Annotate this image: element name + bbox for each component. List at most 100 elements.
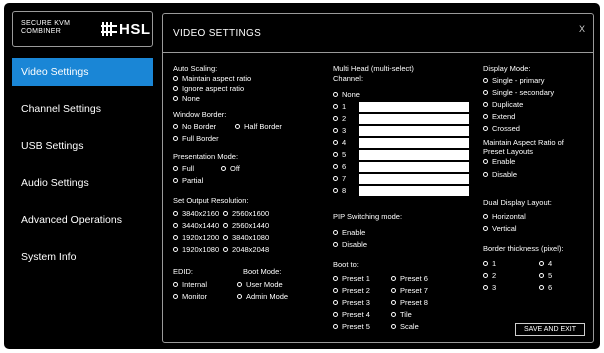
radio-thickness-5[interactable]: 5 <box>539 271 552 280</box>
presentation-mode-label: Presentation Mode: <box>173 152 239 161</box>
channel-3-input[interactable] <box>359 126 469 136</box>
radio-full-border[interactable]: Full Border <box>173 134 219 143</box>
radio-channel-none[interactable]: None <box>333 90 360 99</box>
radio-pip-enable[interactable]: Enable <box>333 228 365 237</box>
sidebar: SECURE KVM COMBINER HSL Video Settings C… <box>12 11 153 343</box>
sidebar-nav: Video Settings Channel Settings USB Sett… <box>12 58 153 280</box>
radio-channel-3[interactable]: 3 <box>333 126 346 135</box>
radio-icon <box>333 104 338 109</box>
radio-icon <box>483 261 488 266</box>
radio-res-2560x1600[interactable]: 2560x1600 <box>223 209 269 218</box>
sidebar-item-video-settings[interactable]: Video Settings <box>12 58 153 86</box>
radio-extend[interactable]: Extend <box>483 112 515 121</box>
radio-single-primary[interactable]: Single - primary <box>483 76 545 85</box>
radio-admin-mode[interactable]: Admin Mode <box>237 292 288 301</box>
radio-horizontal[interactable]: Horizontal <box>483 212 526 221</box>
radio-thickness-6[interactable]: 6 <box>539 283 552 292</box>
radio-edid-monitor[interactable]: Monitor <box>173 292 207 301</box>
channel-4-input[interactable] <box>359 138 469 148</box>
radio-thickness-4[interactable]: 4 <box>539 259 552 268</box>
radio-channel-6[interactable]: 6 <box>333 162 346 171</box>
radio-res-3840x2160[interactable]: 3840x2160 <box>173 209 219 218</box>
radio-maintain-aspect-ratio[interactable]: Maintain aspect ratio <box>173 74 251 83</box>
radio-single-secondary[interactable]: Single - secondary <box>483 88 554 97</box>
sidebar-item-advanced-operations[interactable]: Advanced Operations <box>12 206 153 234</box>
radio-boot-preset-7[interactable]: Preset 7 <box>391 286 428 295</box>
radio-aspect-enable[interactable]: Enable <box>483 157 515 166</box>
radio-boot-preset-4[interactable]: Preset 4 <box>333 310 370 319</box>
sidebar-item-usb-settings[interactable]: USB Settings <box>12 132 153 160</box>
radio-res-1920x1200[interactable]: 1920x1200 <box>173 233 219 242</box>
radio-icon <box>333 176 338 181</box>
radio-channel-7[interactable]: 7 <box>333 174 346 183</box>
channel-6-input[interactable] <box>359 162 469 172</box>
radio-res-3440x1440[interactable]: 3440x1440 <box>173 221 219 230</box>
radio-icon <box>391 312 396 317</box>
radio-boot-preset-5[interactable]: Preset 5 <box>333 322 370 331</box>
radio-boot-preset-6[interactable]: Preset 6 <box>391 274 428 283</box>
channel-7-input[interactable] <box>359 174 469 184</box>
radio-user-mode[interactable]: User Mode <box>237 280 283 289</box>
radio-pip-disable[interactable]: Disable <box>333 240 367 249</box>
radio-icon <box>173 86 178 91</box>
logo-line-1: SECURE KVM <box>21 20 71 27</box>
radio-res-2048x2048[interactable]: 2048x2048 <box>223 245 269 254</box>
radio-boot-scale[interactable]: Scale <box>391 322 419 331</box>
radio-channel-2[interactable]: 2 <box>333 114 346 123</box>
radio-icon <box>173 235 178 240</box>
boot-to-label: Boot to: <box>333 260 359 269</box>
radio-auto-scaling-none[interactable]: None <box>173 94 200 103</box>
radio-boot-preset-1[interactable]: Preset 1 <box>333 274 370 283</box>
channel-8-input[interactable] <box>359 186 469 196</box>
radio-crossed[interactable]: Crossed <box>483 124 520 133</box>
panel-title: VIDEO SETTINGS <box>173 28 262 39</box>
radio-aspect-disable[interactable]: Disable <box>483 170 517 179</box>
channel-5-input[interactable] <box>359 150 469 160</box>
aspect-ratio-presets-label-2: Preset Layouts <box>483 147 534 156</box>
boot-mode-label: Boot Mode: <box>243 267 282 276</box>
radio-channel-8[interactable]: 8 <box>333 186 346 195</box>
radio-boot-preset-8[interactable]: Preset 8 <box>391 298 428 307</box>
radio-icon <box>333 116 338 121</box>
sidebar-item-channel-settings[interactable]: Channel Settings <box>12 95 153 123</box>
radio-channel-1[interactable]: 1 <box>333 102 346 111</box>
channel-1-input[interactable] <box>359 102 469 112</box>
radio-boot-tile[interactable]: Tile <box>391 310 412 319</box>
radio-res-3840x1080[interactable]: 3840x1080 <box>223 233 269 242</box>
radio-icon <box>333 92 338 97</box>
channel-2-input[interactable] <box>359 114 469 124</box>
radio-icon <box>333 188 338 193</box>
radio-vertical[interactable]: Vertical <box>483 224 517 233</box>
radio-icon <box>333 300 338 305</box>
radio-channel-5[interactable]: 5 <box>333 150 346 159</box>
sidebar-item-audio-settings[interactable]: Audio Settings <box>12 169 153 197</box>
radio-duplicate[interactable]: Duplicate <box>483 100 523 109</box>
radio-thickness-3[interactable]: 3 <box>483 283 496 292</box>
radio-presentation-off[interactable]: Off <box>221 164 240 173</box>
radio-icon <box>333 276 338 281</box>
sidebar-item-system-info[interactable]: System Info <box>12 243 153 271</box>
radio-icon <box>173 178 178 183</box>
radio-res-2560x1440[interactable]: 2560x1440 <box>223 221 269 230</box>
radio-presentation-full[interactable]: Full <box>173 164 194 173</box>
radio-icon <box>483 102 488 107</box>
radio-no-border[interactable]: No Border <box>173 122 216 131</box>
radio-channel-4[interactable]: 4 <box>333 138 346 147</box>
radio-ignore-aspect-ratio[interactable]: Ignore aspect ratio <box>173 84 244 93</box>
radio-boot-preset-2[interactable]: Preset 2 <box>333 286 370 295</box>
radio-res-1920x1080[interactable]: 1920x1080 <box>173 245 219 254</box>
save-and-exit-button[interactable]: SAVE AND EXIT <box>515 323 585 336</box>
radio-thickness-2[interactable]: 2 <box>483 271 496 280</box>
radio-presentation-partial[interactable]: Partial <box>173 176 203 185</box>
radio-icon <box>333 288 338 293</box>
radio-thickness-1[interactable]: 1 <box>483 259 496 268</box>
radio-icon <box>173 124 178 129</box>
radio-edid-internal[interactable]: Internal <box>173 280 207 289</box>
radio-icon <box>483 214 488 219</box>
close-button[interactable]: X <box>579 24 585 34</box>
radio-boot-preset-3[interactable]: Preset 3 <box>333 298 370 307</box>
radio-icon <box>173 76 178 81</box>
radio-half-border[interactable]: Half Border <box>235 122 282 131</box>
radio-icon <box>539 285 544 290</box>
radio-icon <box>173 166 178 171</box>
